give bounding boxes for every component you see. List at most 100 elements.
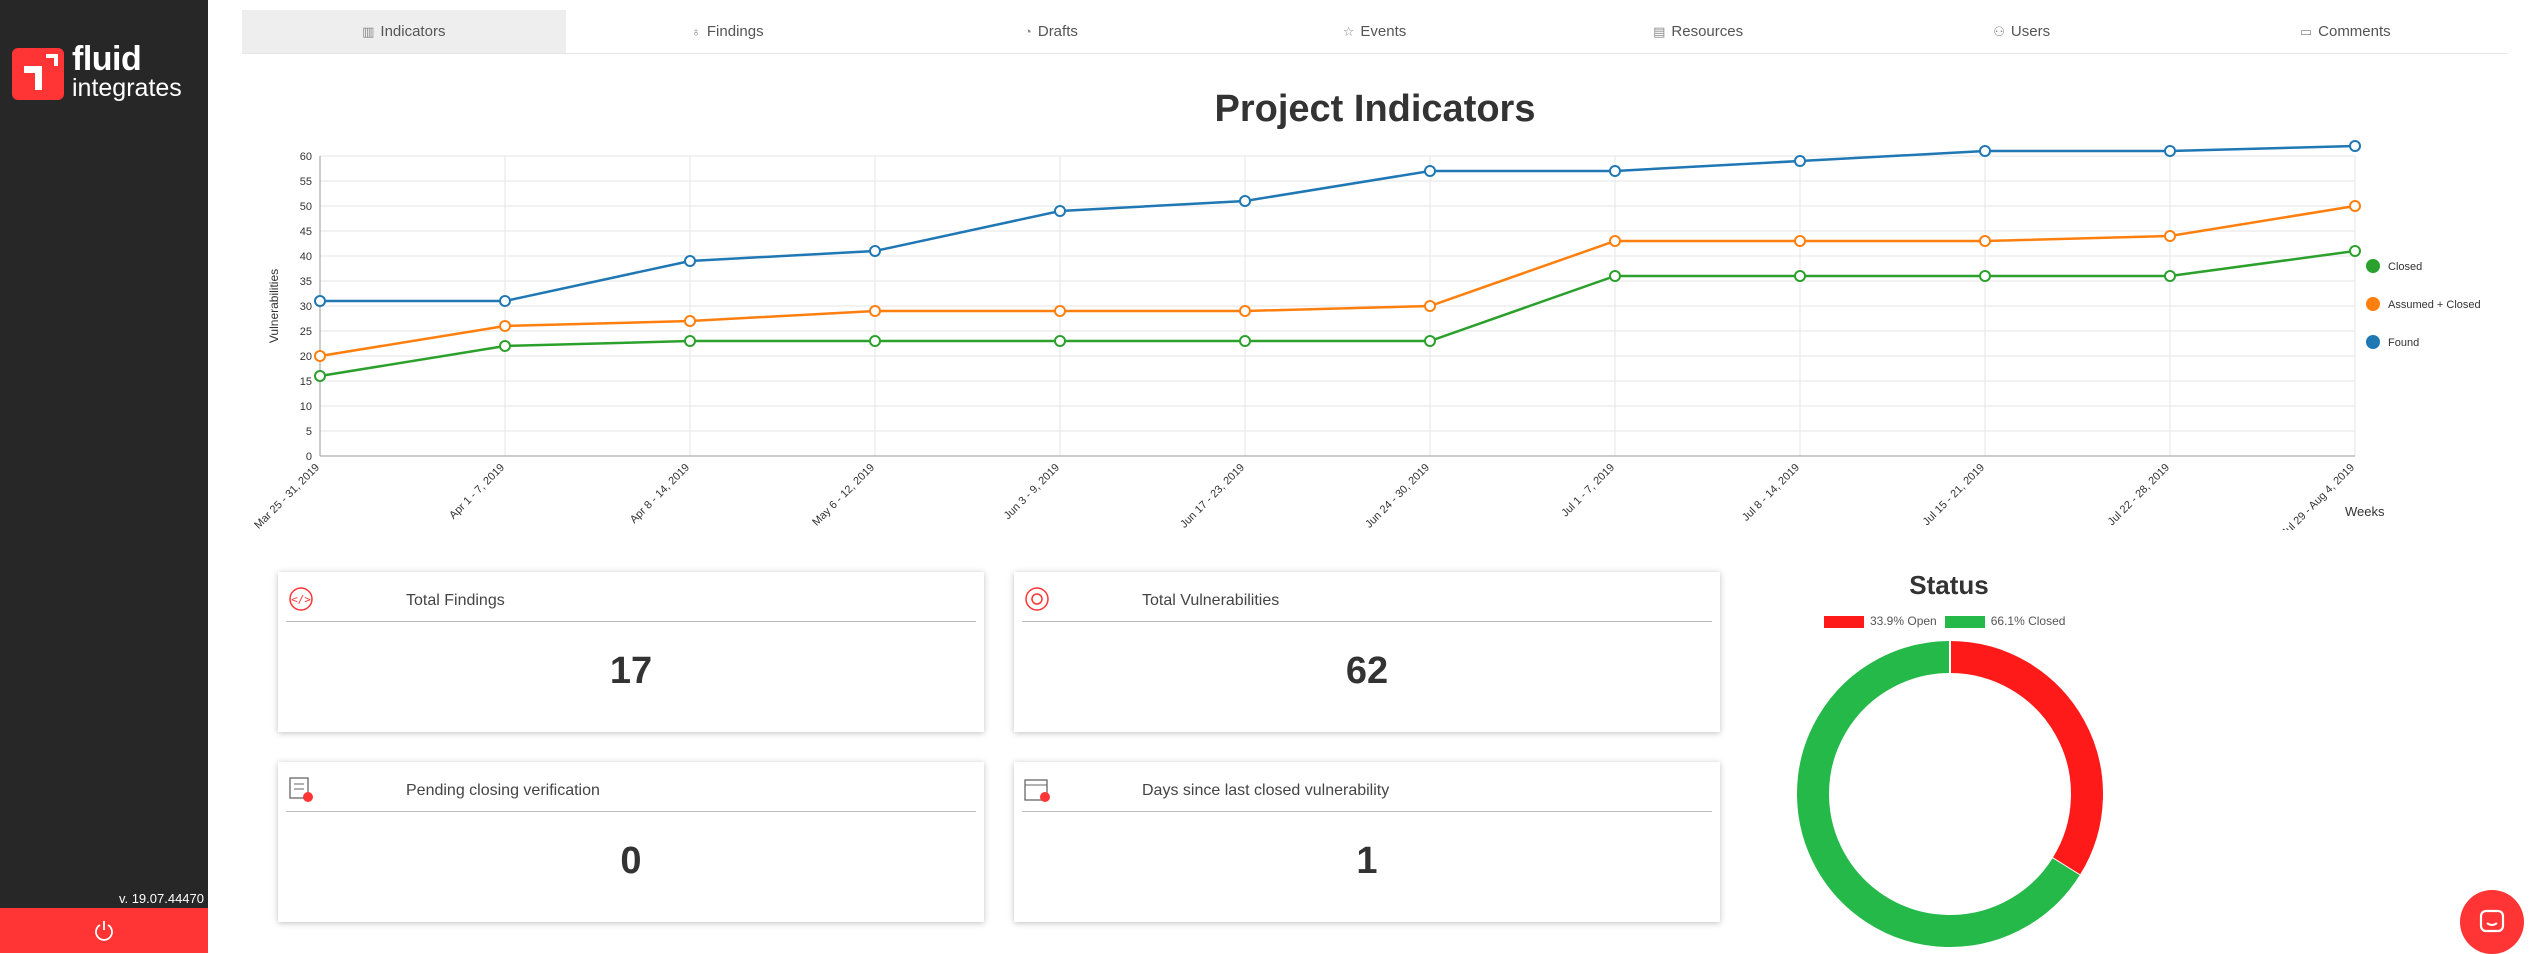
data-point[interactable]: [499, 320, 511, 332]
data-point[interactable]: [2164, 145, 2176, 157]
data-point[interactable]: [1609, 165, 1621, 177]
tab-drafts[interactable]: ◔ Drafts: [889, 10, 1213, 53]
tab-findings[interactable]: ♁ Findings: [566, 10, 890, 53]
y-tick-label: 35: [300, 276, 312, 288]
x-tick-label: Jul 22 - 28, 2019: [2106, 462, 2172, 528]
data-point[interactable]: [869, 335, 881, 347]
card-pending-closing: Pending closing verification 0: [278, 762, 984, 922]
data-point[interactable]: [2349, 200, 2361, 212]
data-point[interactable]: [1239, 195, 1251, 207]
data-point[interactable]: [1239, 335, 1251, 347]
data-point[interactable]: [1794, 235, 1806, 247]
card-total-findings: </> Total Findings 17: [278, 572, 984, 732]
y-tick-label: 5: [306, 426, 312, 438]
divider: [1022, 811, 1712, 812]
divider: [286, 621, 976, 622]
tab-users[interactable]: ⚇ Users: [1860, 10, 2184, 53]
donut-slice[interactable]: [1949, 641, 2103, 876]
data-point[interactable]: [1424, 335, 1436, 347]
data-point[interactable]: [2164, 230, 2176, 242]
legend-label: Found: [2388, 337, 2419, 349]
indicators-line-chart: 0 5 10 15 20 25 30 35 40 45 50 55 60 Mar 25 - 31, 201…: [252, 140, 2481, 530]
card-value: 0: [620, 840, 642, 882]
card-label: Pending closing verification: [406, 782, 600, 799]
legend-swatch[interactable]: [2366, 335, 2380, 349]
data-point[interactable]: [2164, 270, 2176, 282]
card-value: 62: [1345, 650, 1389, 692]
legend-open-label: 33.9% Open: [1870, 614, 1937, 628]
status-donut-chart: [1797, 641, 2103, 947]
chat-button[interactable]: [2460, 890, 2524, 954]
y-tick-label: 20: [300, 351, 312, 363]
x-tick-label: Jun 17 - 23, 2019: [1178, 462, 1247, 530]
tab-comments[interactable]: ▭ Comments: [2183, 10, 2507, 53]
data-point[interactable]: [2349, 140, 2361, 152]
status-legend: 33.9% Open 66.1% Closed: [1824, 614, 2065, 628]
legend-label: Closed: [2388, 261, 2422, 273]
data-point[interactable]: [314, 295, 326, 307]
series-line: [319, 249, 2356, 378]
tab-label: Resources: [1671, 23, 1744, 40]
legend-swatch[interactable]: [2366, 297, 2380, 311]
x-tick-label: Jul 8 - 14, 2019: [1740, 462, 1802, 524]
card-total-vulnerabilities: Total Vulnerabilities 62: [1014, 572, 1720, 732]
data-point[interactable]: [1054, 305, 1066, 317]
data-point[interactable]: [1424, 300, 1436, 312]
y-tick-label: 55: [300, 176, 312, 188]
x-tick-label: Jul 1 - 7, 2019: [1559, 462, 1617, 520]
x-tick-label: Jul 29 - Aug 4, 2019: [2279, 462, 2357, 530]
data-point[interactable]: [1609, 235, 1621, 247]
y-tick-label: 60: [300, 151, 312, 163]
logout-button[interactable]: [0, 908, 208, 953]
chart-legend: Closed Assumed + Closed Found: [2366, 259, 2481, 349]
legend-open[interactable]: 33.9% Open: [1824, 614, 1937, 628]
tab-resources[interactable]: ▤ Resources: [1536, 10, 1860, 53]
data-point[interactable]: [1424, 165, 1436, 177]
divider: [286, 811, 976, 812]
data-point[interactable]: [2349, 245, 2361, 257]
data-point[interactable]: [1979, 270, 1991, 282]
tab-indicators[interactable]: ▥ Indicators: [242, 10, 566, 53]
x-axis-label: Weeks: [2345, 504, 2385, 519]
data-point[interactable]: [869, 305, 881, 317]
data-point[interactable]: [684, 335, 696, 347]
legend-closed[interactable]: 66.1% Closed: [1944, 614, 2065, 628]
data-point[interactable]: [314, 350, 326, 362]
chart-grid: [319, 155, 2356, 457]
data-point[interactable]: [499, 295, 511, 307]
data-point[interactable]: [1794, 155, 1806, 167]
bar-chart-icon: ▥: [362, 23, 375, 39]
data-point[interactable]: [1609, 270, 1621, 282]
tab-events[interactable]: ☆ Events: [1213, 10, 1537, 53]
tab-label: Drafts: [1037, 23, 1078, 40]
y-tick-label: 25: [300, 326, 312, 338]
tab-label: Comments: [2318, 23, 2391, 40]
data-point[interactable]: [684, 255, 696, 267]
divider: [1022, 621, 1712, 622]
comment-icon: ▭: [2299, 23, 2313, 39]
data-point[interactable]: [1979, 145, 1991, 157]
y-tick-label: 45: [300, 226, 312, 238]
data-point[interactable]: [1794, 270, 1806, 282]
chat-icon: [2479, 909, 2505, 933]
data-point[interactable]: [1054, 335, 1066, 347]
status-title: Status: [1909, 570, 1989, 600]
data-point[interactable]: [869, 245, 881, 257]
x-tick-label: Jun 24 - 30, 2019: [1363, 462, 1432, 530]
star-icon: ☆: [1342, 23, 1355, 39]
x-tick-label: May 6 - 12, 2019: [810, 462, 877, 529]
users-icon: ⚇: [1993, 23, 2005, 39]
data-point[interactable]: [499, 340, 511, 352]
calendar-check-icon: [1024, 779, 1050, 802]
series-line: [320, 144, 2356, 303]
legend-swatch[interactable]: [2366, 259, 2380, 273]
tab-label: Users: [2010, 23, 2051, 40]
x-tick-label: Apr 1 - 7, 2019: [447, 462, 507, 522]
data-point[interactable]: [314, 370, 326, 382]
data-point[interactable]: [1239, 305, 1251, 317]
x-tick-label: Jul 15 - 21, 2019: [1921, 462, 1987, 528]
data-point[interactable]: [684, 315, 696, 327]
data-point[interactable]: [1054, 205, 1066, 217]
data-point[interactable]: [1979, 235, 1991, 247]
power-icon: [95, 920, 113, 941]
